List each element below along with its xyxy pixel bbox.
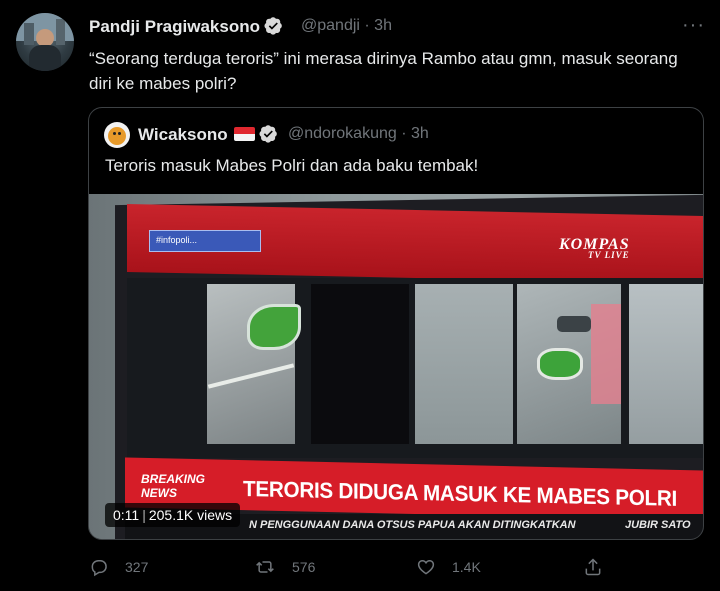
quoted-text: Teroris masuk Mabes Polri dan ada baku t… — [105, 156, 479, 175]
author-name[interactable]: Pandji Pragiwaksono — [89, 16, 283, 40]
reply-count: 327 — [125, 559, 149, 575]
reply-button[interactable]: 327 — [89, 556, 148, 578]
indonesia-flag-icon — [233, 127, 255, 141]
video-views: 205.1K views — [148, 507, 233, 523]
breaking-news-label: BREAKING NEWS — [141, 472, 206, 500]
kompas-tv-logo: KOMPAS TV LIVE — [559, 236, 630, 260]
tv-hashtag-text: #infopoli... — [156, 235, 198, 245]
tweet-text: “Seorang terduga teroris” ini merasa dir… — [89, 49, 678, 93]
video-panel — [311, 284, 409, 444]
tweet-actions: 327 576 1.4K — [0, 548, 720, 588]
video-time: 0:11 — [113, 507, 140, 523]
video-panel — [629, 284, 703, 444]
reply-icon — [91, 560, 107, 577]
video-time-views: 0:11 | 205.1K views — [105, 503, 241, 527]
quoted-handle-time[interactable]: @ndorokakung · 3h — [288, 125, 429, 143]
video-panel — [207, 284, 301, 444]
author-name-text: Pandji Pragiwaksono — [89, 17, 260, 36]
more-options-icon[interactable]: ··· — [682, 14, 705, 37]
like-count: 1.4K — [452, 559, 481, 575]
share-button[interactable] — [583, 556, 619, 578]
video-panel — [517, 284, 621, 444]
author-avatar[interactable] — [16, 13, 74, 71]
retweet-icon — [256, 561, 274, 573]
verified-badge-icon — [259, 124, 278, 148]
quoted-tweet[interactable]: Wicaksono @ndorokakung · 3h Teroris masu… — [88, 107, 704, 540]
heart-icon — [417, 559, 435, 575]
video-panel — [415, 284, 513, 444]
quoted-avatar[interactable] — [104, 122, 130, 148]
verified-badge-icon — [264, 16, 283, 40]
author-handle-time[interactable]: @pandji · 3h — [301, 17, 392, 35]
retweet-button[interactable]: 576 — [254, 556, 315, 578]
share-icon — [585, 558, 601, 576]
retweet-count: 576 — [292, 559, 316, 575]
quoted-author-name-text: Wicaksono — [138, 125, 228, 144]
quoted-author-name[interactable]: Wicaksono — [138, 124, 278, 148]
video-player[interactable]: #infopoli... KOMPAS TV LIVE BREAKING NEWS … — [89, 194, 703, 539]
like-button[interactable]: 1.4K — [416, 556, 481, 578]
tv-hashtag-box: #infopoli... — [149, 230, 261, 252]
